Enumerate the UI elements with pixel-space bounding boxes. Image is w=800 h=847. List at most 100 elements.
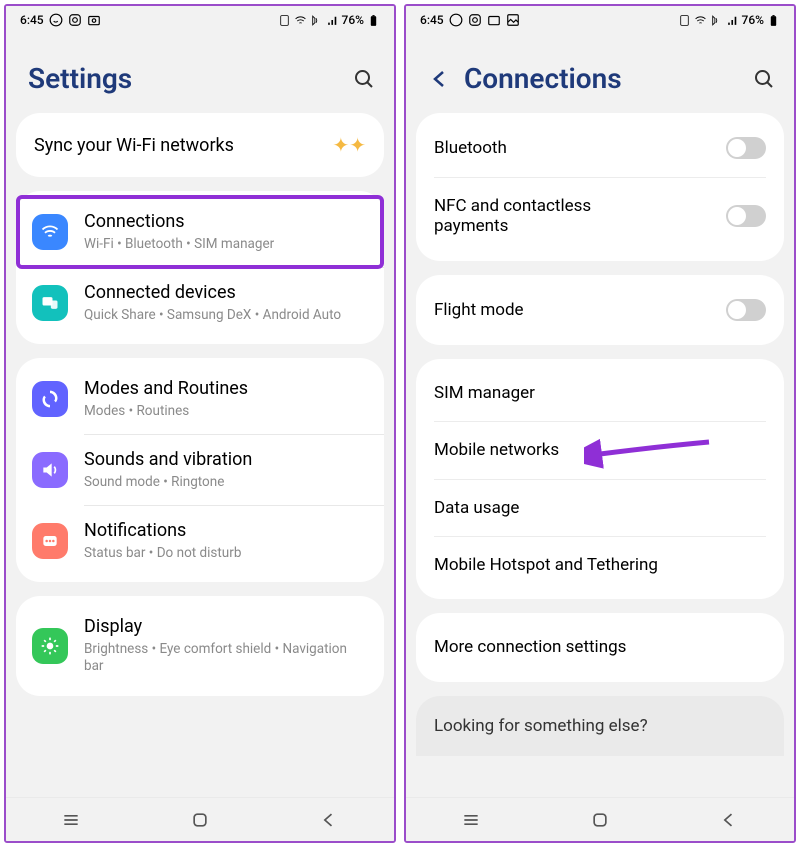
back-icon[interactable] [428, 67, 452, 91]
row-title: Connected devices [84, 282, 368, 305]
home-button[interactable] [590, 810, 610, 830]
group-modes: Modes and Routines Modes • Routines Soun… [16, 358, 384, 582]
instagram-icon [468, 13, 482, 27]
wifi-icon [294, 14, 307, 27]
status-right: 76% [278, 13, 380, 27]
wifi-sync-promo[interactable]: Sync your Wi-Fi networks ✦✦ [16, 113, 384, 177]
volte-icon [310, 14, 323, 27]
page-header: Connections [406, 34, 794, 113]
routines-icon [32, 381, 68, 417]
row-title: Display [84, 616, 368, 639]
connections-content: Bluetooth NFC and contactless payments F… [406, 113, 794, 797]
wifi-icon [694, 14, 707, 27]
row-sub: Quick Share • Samsung DeX • Android Auto [84, 307, 368, 325]
page-title: Settings [28, 62, 132, 95]
search-icon[interactable] [752, 67, 776, 91]
row-title: NFC and contactless payments [434, 196, 654, 237]
row-mobile-networks[interactable]: Mobile networks [416, 422, 784, 478]
status-left: 6:45 [20, 13, 101, 27]
help-title: Looking for something else? [434, 716, 648, 736]
battery-percent: 76% [742, 13, 764, 27]
recents-button[interactable] [61, 810, 81, 830]
whatsapp-icon [49, 13, 63, 27]
camera-icon [487, 13, 501, 27]
row-connected-devices[interactable]: Connected devices Quick Share • Samsung … [16, 268, 384, 338]
row-title: Modes and Routines [84, 378, 368, 401]
signal-icon [326, 14, 339, 27]
status-left: 6:45 [420, 13, 520, 27]
page-title: Connections [464, 62, 622, 95]
back-button[interactable] [719, 810, 739, 830]
display-icon [32, 628, 68, 664]
status-bar: 6:45 76% [6, 6, 394, 34]
row-sub: Wi-Fi • Bluetooth • SIM manager [84, 236, 368, 254]
status-right: 76% [678, 13, 780, 27]
row-modes-routines[interactable]: Modes and Routines Modes • Routines [16, 364, 384, 434]
row-sub: Brightness • Eye comfort shield • Naviga… [84, 641, 368, 676]
group-display: Display Brightness • Eye comfort shield … [16, 596, 384, 696]
nav-bar [406, 797, 794, 841]
camera-icon [87, 13, 101, 27]
wifi-settings-icon [32, 214, 68, 250]
help-section[interactable]: Looking for something else? [416, 696, 784, 756]
row-title: Mobile networks [434, 440, 559, 460]
bluetooth-toggle[interactable] [726, 137, 766, 159]
row-title: Flight mode [434, 300, 524, 320]
instagram-icon [68, 13, 82, 27]
row-connections[interactable]: Connections Wi-Fi • Bluetooth • SIM mana… [16, 197, 384, 267]
row-title: Mobile Hotspot and Tethering [434, 555, 658, 575]
phone-settings: 6:45 76% Settings Sync your Wi-Fi networ… [4, 4, 396, 843]
row-display[interactable]: Display Brightness • Eye comfort shield … [16, 602, 384, 690]
row-sounds-vibration[interactable]: Sounds and vibration Sound mode • Ringto… [16, 435, 384, 505]
group-bt-nfc: Bluetooth NFC and contactless payments [416, 113, 784, 261]
nav-bar [6, 797, 394, 841]
whatsapp-icon [449, 13, 463, 27]
row-title: Connections [84, 211, 368, 234]
battery-percent: 76% [342, 13, 364, 27]
battery-icon [367, 14, 380, 27]
row-sub: Status bar • Do not disturb [84, 545, 368, 563]
row-title: Notifications [84, 520, 368, 543]
settings-content: Sync your Wi-Fi networks ✦✦ Connections … [6, 113, 394, 797]
signal-icon [726, 14, 739, 27]
promo-text: Sync your Wi-Fi networks [34, 135, 234, 156]
row-title: Bluetooth [434, 138, 507, 158]
clock: 6:45 [420, 13, 444, 27]
row-bluetooth[interactable]: Bluetooth [416, 119, 784, 177]
group-flight: Flight mode [416, 275, 784, 345]
battery-saver-icon [678, 14, 691, 27]
sound-icon [32, 452, 68, 488]
nfc-toggle[interactable] [726, 205, 766, 227]
row-sim-manager[interactable]: SIM manager [416, 365, 784, 421]
row-title: Sounds and vibration [84, 449, 368, 472]
notifications-icon [32, 523, 68, 559]
sparkles-icon: ✦✦ [332, 133, 366, 157]
devices-icon [32, 285, 68, 321]
page-header: Settings [6, 34, 394, 113]
row-sub: Sound mode • Ringtone [84, 474, 368, 492]
row-data-usage[interactable]: Data usage [416, 480, 784, 536]
flight-mode-toggle[interactable] [726, 299, 766, 321]
row-notifications[interactable]: Notifications Status bar • Do not distur… [16, 506, 384, 576]
row-title: SIM manager [434, 383, 535, 403]
row-more-settings[interactable]: More connection settings [416, 619, 784, 675]
row-nfc[interactable]: NFC and contactless payments [416, 178, 784, 255]
battery-icon [767, 14, 780, 27]
battery-saver-icon [278, 14, 291, 27]
group-sim-data: SIM manager Mobile networks Data usage M… [416, 359, 784, 600]
gallery-icon [506, 13, 520, 27]
row-hotspot-tethering[interactable]: Mobile Hotspot and Tethering [416, 537, 784, 593]
phone-connections: 6:45 76% Connections Bluetooth [404, 4, 796, 843]
status-bar: 6:45 76% [406, 6, 794, 34]
volte-icon [710, 14, 723, 27]
group-connections: Connections Wi-Fi • Bluetooth • SIM mana… [16, 191, 384, 344]
recents-button[interactable] [461, 810, 481, 830]
row-title: More connection settings [434, 637, 626, 657]
row-title: Data usage [434, 498, 519, 518]
row-flight-mode[interactable]: Flight mode [416, 281, 784, 339]
group-more: More connection settings [416, 613, 784, 681]
row-sub: Modes • Routines [84, 403, 368, 421]
back-button[interactable] [319, 810, 339, 830]
home-button[interactable] [190, 810, 210, 830]
search-icon[interactable] [352, 67, 376, 91]
